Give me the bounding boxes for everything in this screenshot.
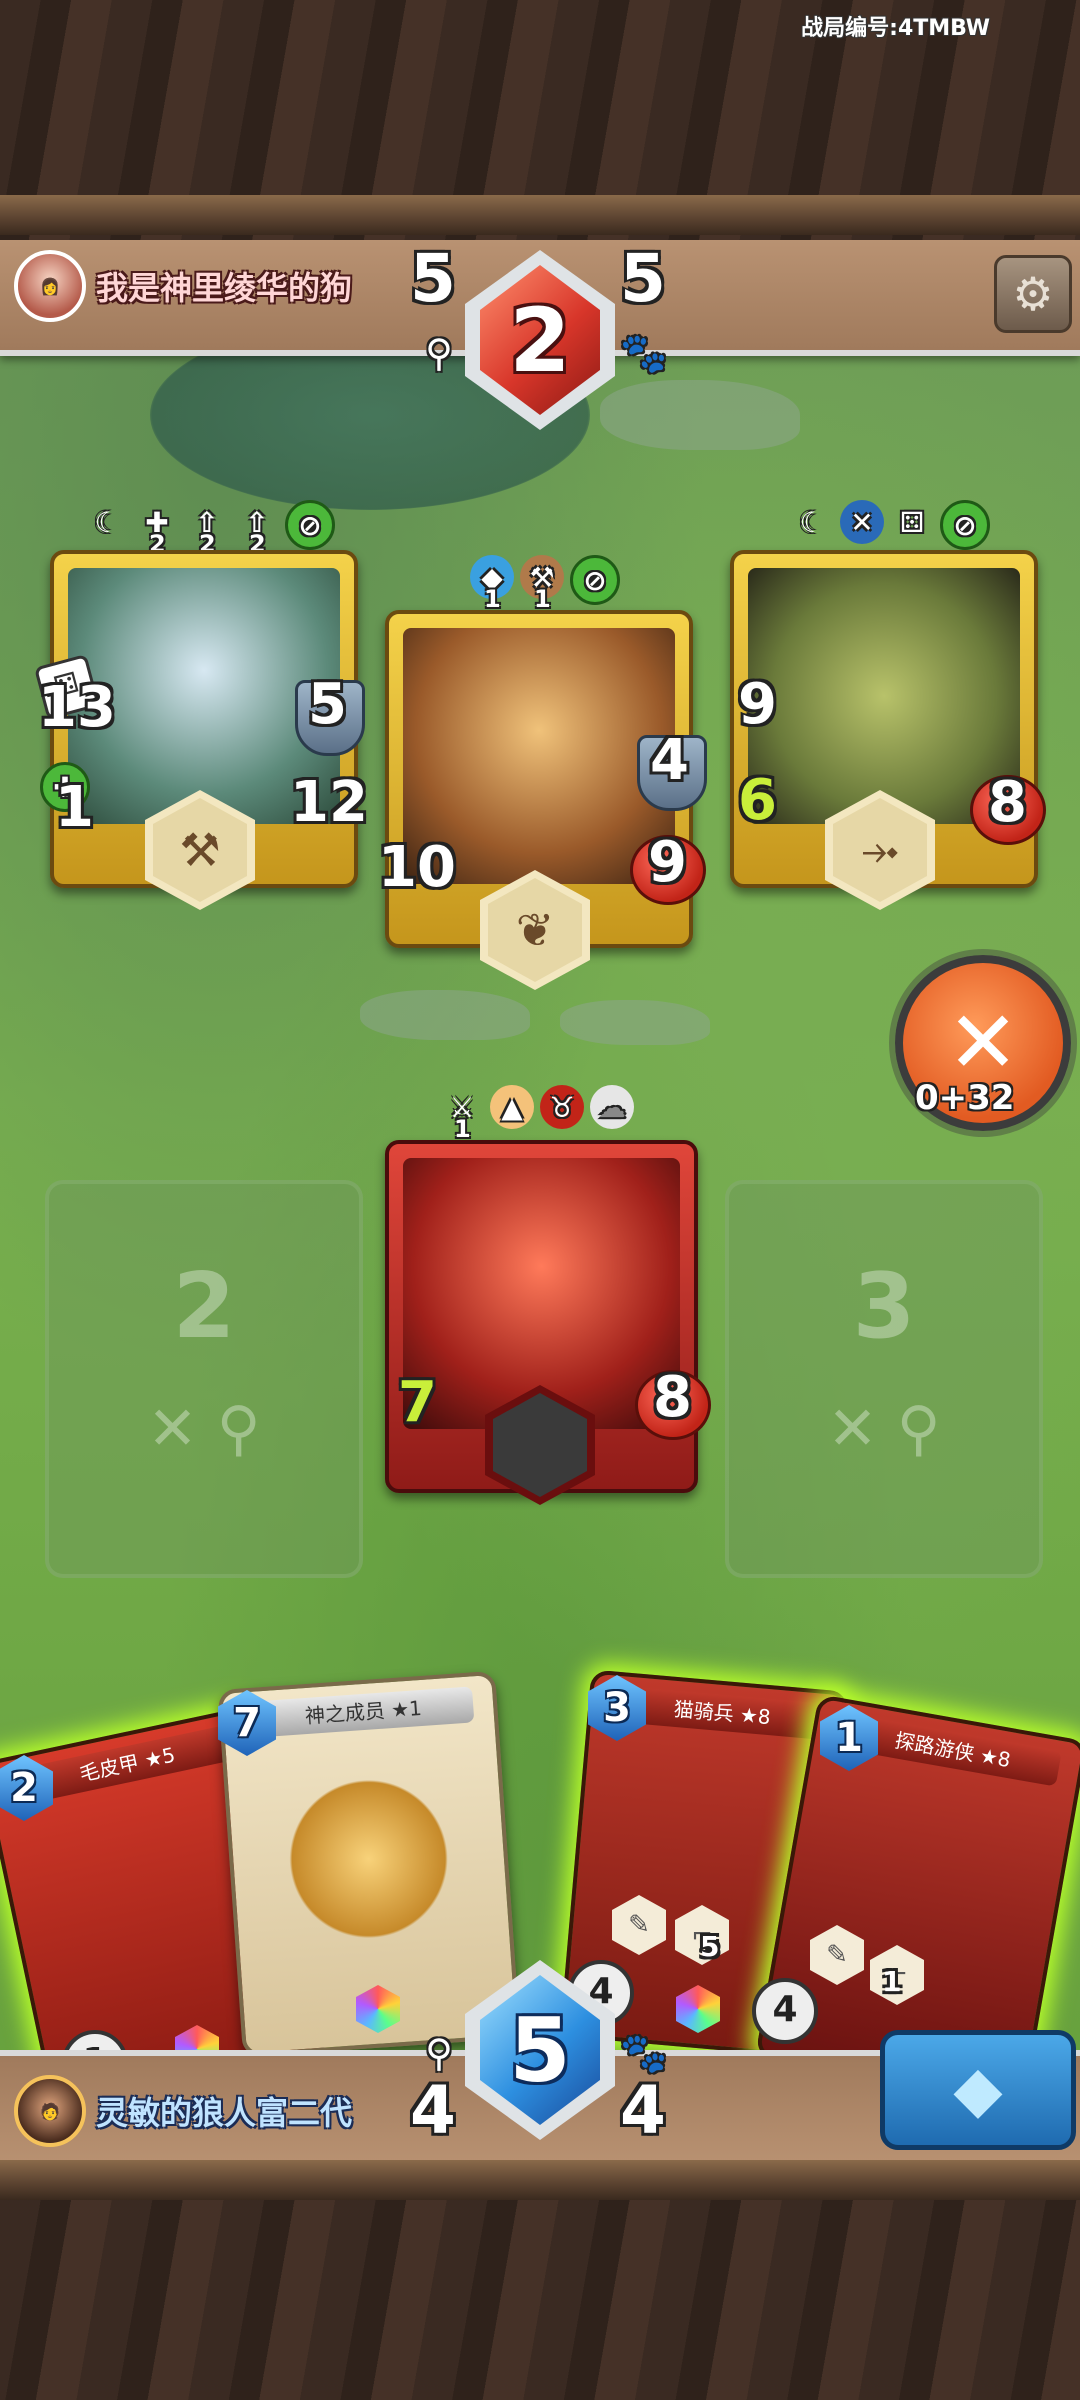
hammer-buff-icon: ⚒ 1 <box>520 555 564 613</box>
paw-icon: 🐾 <box>620 331 668 375</box>
slot-number: 3 <box>852 1254 916 1359</box>
match-id: 战局编号:4TMBW <box>801 16 990 41</box>
cloud-icon: ☁ <box>590 1085 634 1129</box>
opponent-attack-stat: 5 <box>410 240 456 317</box>
player-paw-stat: 4 <box>620 2072 666 2149</box>
deploy-crystal-button[interactable]: ◆ <box>880 2030 1076 2150</box>
enemy-card-3-defense: 6 <box>738 768 777 833</box>
hand-card-sub: 5 <box>700 1930 720 1963</box>
enemy-card-1-attack: 13 <box>38 675 116 740</box>
enemy-card-2-health: 9 <box>648 830 687 895</box>
card-title: 神之成员 ★1 <box>252 1686 475 1738</box>
hand-card-attack: 4 <box>752 1978 818 2044</box>
slot-weapon-icons: ✕ ⚲ <box>827 1394 941 1464</box>
dice-fire-icon: ⚄ <box>899 505 925 539</box>
enemy-card-3-buffs: ☾ ✕ ⚄ ⊘ <box>790 500 990 550</box>
wings-icon: ❦ <box>488 878 582 982</box>
empty-slot-2[interactable]: 2 ✕ ⚲ <box>45 1180 363 1578</box>
attack-button-label: 0+32 <box>915 1078 1015 1118</box>
rock-decoration <box>560 1000 710 1045</box>
enemy-card-3-attack: 9 <box>738 672 777 737</box>
enemy-card-2-buffs: ◆ 1 ⚒ 1 ⊘ <box>470 555 620 613</box>
enemy-card-1-health: 12 <box>290 770 368 835</box>
sword-buff-icon: ⚔ 1 <box>449 1090 475 1144</box>
enemy-card-1-buffs: ☾ ✚ 2 ⇧ 2 ⇧ 2 ⊘ <box>85 500 335 559</box>
enemy-card-1-defense: 5 <box>308 672 347 737</box>
paw-icon: 🐾 <box>620 2031 668 2075</box>
enemy-card-2-attack: 10 <box>378 835 456 900</box>
enemy-card-3-health: 8 <box>988 770 1027 835</box>
player-info: 🧑 灵敏的狼人富二代 <box>14 2075 352 2147</box>
arrow-up-icon: ⇧ 2 <box>195 505 219 559</box>
opponent-avatar[interactable]: 👩 <box>14 250 86 322</box>
my-card-health: 8 <box>653 1365 692 1430</box>
crossbow-icon: ⤞ <box>833 798 927 902</box>
hand-card-sub: 1 <box>882 1965 902 1998</box>
moon-icon: ☾ <box>799 505 825 539</box>
opponent-name: 我是神里绫华的狗 <box>96 269 353 307</box>
my-card-attack: 7 <box>398 1370 437 1435</box>
crystal-buff-icon: ◆ 1 <box>470 555 514 613</box>
rock-decoration <box>360 990 530 1040</box>
player-name: 灵敏的狼人富二代 <box>96 2094 353 2132</box>
player-attack-stat: 4 <box>410 2072 456 2149</box>
bull-icon: ♉ <box>540 1085 584 1129</box>
rock-decoration <box>600 380 800 450</box>
settings-gear-icon[interactable]: ⚙ <box>994 255 1072 333</box>
sword-shield-icon: ⚲ <box>425 331 453 375</box>
crossed-swords-icon: ✕ <box>840 500 884 544</box>
empty-item-slot <box>493 1393 587 1497</box>
slot-weapon-icons: ✕ ⚲ <box>147 1394 261 1464</box>
triangle-icon: ▲ <box>490 1085 534 1129</box>
my-card-buffs: ⚔ 1 ▲ ♉ ☁ <box>440 1085 634 1144</box>
enemy-card-1-extra: 1 <box>55 775 94 840</box>
top-beam <box>0 195 1080 235</box>
opponent-paw-stat: 5 <box>620 240 666 317</box>
moon-icon: ☾ <box>94 505 120 539</box>
no-entry-icon: ⊘ <box>570 555 620 605</box>
scales-icon <box>267 1767 470 1951</box>
no-entry-icon: ⊘ <box>285 500 335 550</box>
dice-buff-icon: ✚ 2 <box>145 505 169 559</box>
empty-slot-3[interactable]: 3 ✕ ⚲ <box>725 1180 1043 1578</box>
no-entry-icon: ⊘ <box>940 500 990 550</box>
axe-icon: ⚒ <box>153 798 247 902</box>
slot-number: 2 <box>172 1254 236 1359</box>
bottom-beam <box>0 2160 1080 2200</box>
arrow-up-icon: ⇧ 2 <box>245 505 269 559</box>
player-avatar[interactable]: 🧑 <box>14 2075 86 2147</box>
sword-shield-icon: ⚲ <box>425 2031 453 2075</box>
opponent-info: 👩 我是神里绫华的狗 <box>14 250 352 322</box>
bottom-wood-frame <box>0 2200 1080 2400</box>
card-title: 猫骑兵 ★8 <box>621 1686 824 1740</box>
enemy-card-2-defense: 4 <box>650 728 689 793</box>
